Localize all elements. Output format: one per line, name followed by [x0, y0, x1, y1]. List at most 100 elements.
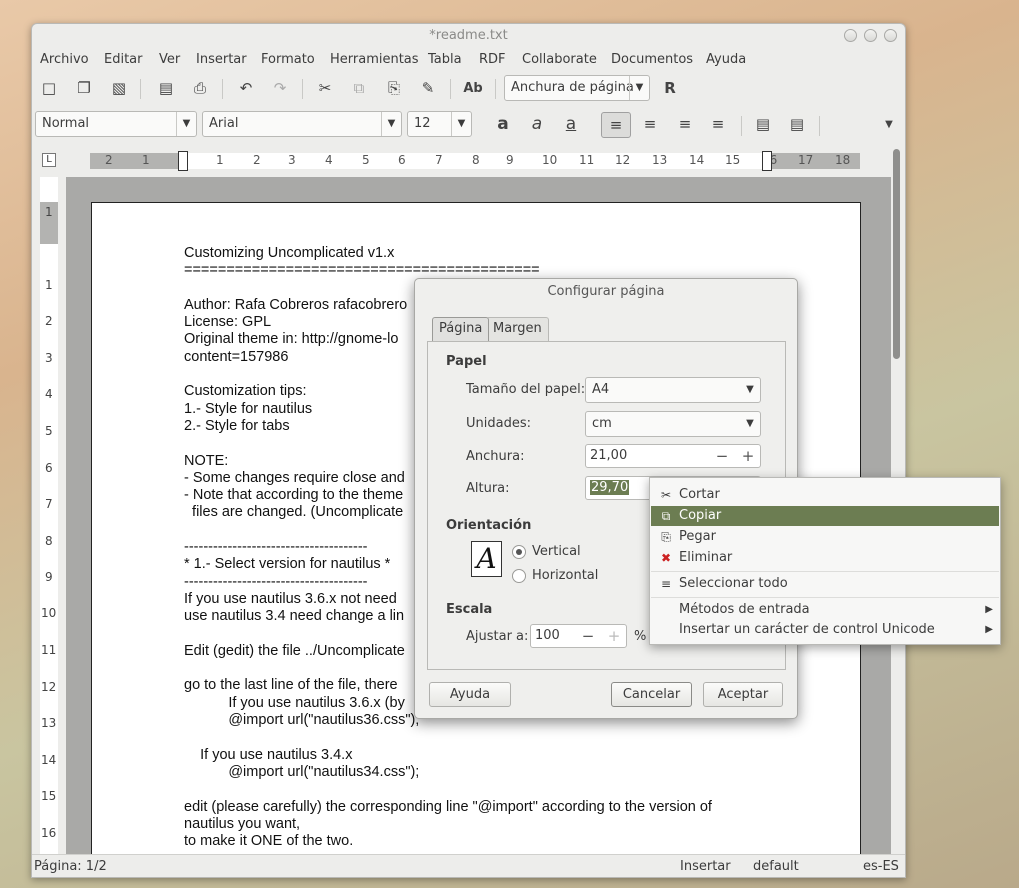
- document-line[interactable]: @import url("nautilus34.css");: [184, 764, 712, 781]
- document-line[interactable]: Customizing Uncomplicated v1.x: [184, 245, 712, 262]
- chevron-down-icon[interactable]: ▼: [176, 112, 196, 136]
- open-icon[interactable]: ❐: [72, 76, 96, 100]
- document-line[interactable]: If you use nautilus 3.4.x: [184, 747, 712, 764]
- ruler-tick: 3: [45, 351, 53, 365]
- ruler-tick: 13: [41, 716, 57, 730]
- style-combo[interactable]: Normal ▼: [35, 111, 197, 137]
- chevron-down-icon[interactable]: ▼: [451, 112, 471, 136]
- chevron-down-icon[interactable]: ▼: [381, 112, 401, 136]
- align-center-icon[interactable]: ≡: [638, 112, 662, 136]
- minimize-button[interactable]: [844, 29, 857, 42]
- tab-margen[interactable]: Margen: [486, 317, 549, 341]
- left-indent-handle[interactable]: [178, 151, 188, 171]
- orientation-horizontal-label[interactable]: Horizontal: [532, 568, 598, 583]
- units-select[interactable]: cm ▼: [585, 411, 761, 437]
- format-painter-icon[interactable]: ✎: [416, 76, 440, 100]
- zoom-combo[interactable]: Anchura de página ▼: [504, 75, 650, 101]
- close-button[interactable]: [884, 29, 897, 42]
- spellcheck-icon[interactable]: Ab: [461, 76, 485, 100]
- menu-item-select-all[interactable]: ≡ Seleccionar todo: [651, 574, 999, 594]
- align-justify-icon[interactable]: ≡: [706, 112, 730, 136]
- redo-icon[interactable]: ↷: [268, 76, 292, 100]
- paste-icon[interactable]: ⎘: [382, 76, 406, 100]
- bold-icon[interactable]: a: [491, 112, 515, 136]
- menu-ver[interactable]: Ver: [159, 52, 180, 67]
- menu-editar[interactable]: Editar: [104, 52, 143, 67]
- decrement-icon[interactable]: −: [576, 625, 600, 647]
- bullet-list-icon[interactable]: ▤: [785, 112, 809, 136]
- menu-item-input-methods[interactable]: Métodos de entrada ▶: [651, 600, 999, 620]
- underline-icon[interactable]: a: [559, 112, 583, 136]
- tab-pagina[interactable]: Página: [432, 317, 490, 341]
- align-right-icon[interactable]: ≡: [673, 112, 697, 136]
- ruler-tick: 15: [725, 153, 741, 167]
- menu-herramientas[interactable]: Herramientas: [330, 52, 419, 67]
- menu-separator: [651, 571, 999, 572]
- increment-icon[interactable]: +: [602, 625, 626, 647]
- menu-documentos[interactable]: Documentos: [611, 52, 693, 67]
- scale-field[interactable]: 100 − +: [530, 624, 627, 648]
- width-field[interactable]: 21,00 − +: [585, 444, 761, 468]
- cut-icon[interactable]: ✂: [313, 76, 337, 100]
- increment-icon[interactable]: +: [736, 445, 760, 467]
- menu-item-delete[interactable]: ✖ Eliminar: [651, 548, 999, 568]
- maximize-button[interactable]: [864, 29, 877, 42]
- print-preview-icon[interactable]: ▤: [154, 76, 178, 100]
- menu-rdf[interactable]: RDF: [479, 52, 506, 67]
- menu-collaborate[interactable]: Collaborate: [522, 52, 597, 67]
- menu-item-label: Métodos de entrada: [679, 602, 810, 617]
- menu-tabla[interactable]: Tabla: [428, 52, 462, 67]
- align-left-icon[interactable]: ≡: [601, 112, 631, 138]
- chevron-down-icon[interactable]: ▼: [629, 76, 649, 100]
- help-button[interactable]: Ayuda: [429, 682, 511, 707]
- chevron-down-icon[interactable]: ▼: [740, 412, 760, 436]
- new-document-icon[interactable]: □: [37, 76, 61, 100]
- orientation-horizontal-radio[interactable]: [512, 569, 526, 583]
- decrement-icon[interactable]: −: [710, 445, 734, 467]
- submenu-arrow-icon: ▶: [985, 624, 993, 635]
- ruler-tick: 14: [41, 753, 57, 767]
- document-line[interactable]: edit (please carefully) the correspondin…: [184, 799, 712, 816]
- font-size-combo[interactable]: 12 ▼: [407, 111, 472, 137]
- overflow-chevron-icon[interactable]: ▼: [877, 112, 901, 136]
- menu-item-cut[interactable]: ✂ Cortar: [651, 485, 999, 505]
- vertical-ruler[interactable]: 1 1 2 3 4 5 6 7 8 9 10 11 12 13 14 15 16: [40, 177, 58, 854]
- cancel-button[interactable]: Cancelar: [611, 682, 692, 707]
- menu-formato[interactable]: Formato: [261, 52, 315, 67]
- paper-size-select[interactable]: A4 ▼: [585, 377, 761, 403]
- height-label: Altura:: [466, 481, 510, 496]
- document-line[interactable]: nautilus you want,: [184, 816, 712, 833]
- menu-insertar[interactable]: Insertar: [196, 52, 247, 67]
- tab-stop-icon[interactable]: L: [42, 153, 56, 167]
- italic-icon[interactable]: a: [525, 112, 549, 136]
- revisions-icon[interactable]: R: [658, 76, 682, 100]
- ruler-tick: 6: [398, 153, 406, 167]
- numbered-list-icon[interactable]: ▤: [751, 112, 775, 136]
- toolbar-separator: [819, 116, 820, 136]
- document-line[interactable]: [184, 781, 712, 798]
- menu-item-copy[interactable]: ⧉ Copiar: [651, 506, 999, 526]
- standard-toolbar: □ ❐ ▧ ▤ ⎙ ↶ ↷ ✂ ⧉ ⎘ ✎ Ab Anchura de pági…: [32, 74, 905, 102]
- menu-item-paste[interactable]: ⎘ Pegar: [651, 527, 999, 547]
- document-line[interactable]: ========================================…: [184, 262, 712, 279]
- scrollbar-thumb[interactable]: [893, 149, 900, 359]
- orientation-vertical-label[interactable]: Vertical: [532, 544, 581, 559]
- print-icon[interactable]: ⎙: [188, 76, 212, 100]
- document-line[interactable]: to make it ONE of the two.: [184, 833, 712, 850]
- horizontal-ruler[interactable]: 2 1 1 2 3 4 5 6 7 8 9 10 11 12 13 14 15 …: [90, 151, 860, 171]
- accept-button[interactable]: Aceptar: [703, 682, 783, 707]
- save-icon[interactable]: ▧: [107, 76, 131, 100]
- orientation-vertical-radio[interactable]: [512, 545, 526, 559]
- width-value: 21,00: [590, 448, 628, 463]
- chevron-down-icon[interactable]: ▼: [740, 378, 760, 402]
- undo-icon[interactable]: ↶: [234, 76, 258, 100]
- document-line[interactable]: [184, 729, 712, 746]
- scale-label: Ajustar a:: [466, 629, 529, 644]
- copy-icon[interactable]: ⧉: [347, 76, 371, 100]
- right-indent-handle[interactable]: [762, 151, 772, 171]
- menu-ayuda[interactable]: Ayuda: [706, 52, 746, 67]
- font-combo[interactable]: Arial ▼: [202, 111, 402, 137]
- menu-item-unicode[interactable]: Insertar un carácter de control Unicode …: [651, 620, 999, 640]
- status-bar: Página: 1/2 Insertar default es-ES: [32, 854, 905, 877]
- menu-archivo[interactable]: Archivo: [40, 52, 89, 67]
